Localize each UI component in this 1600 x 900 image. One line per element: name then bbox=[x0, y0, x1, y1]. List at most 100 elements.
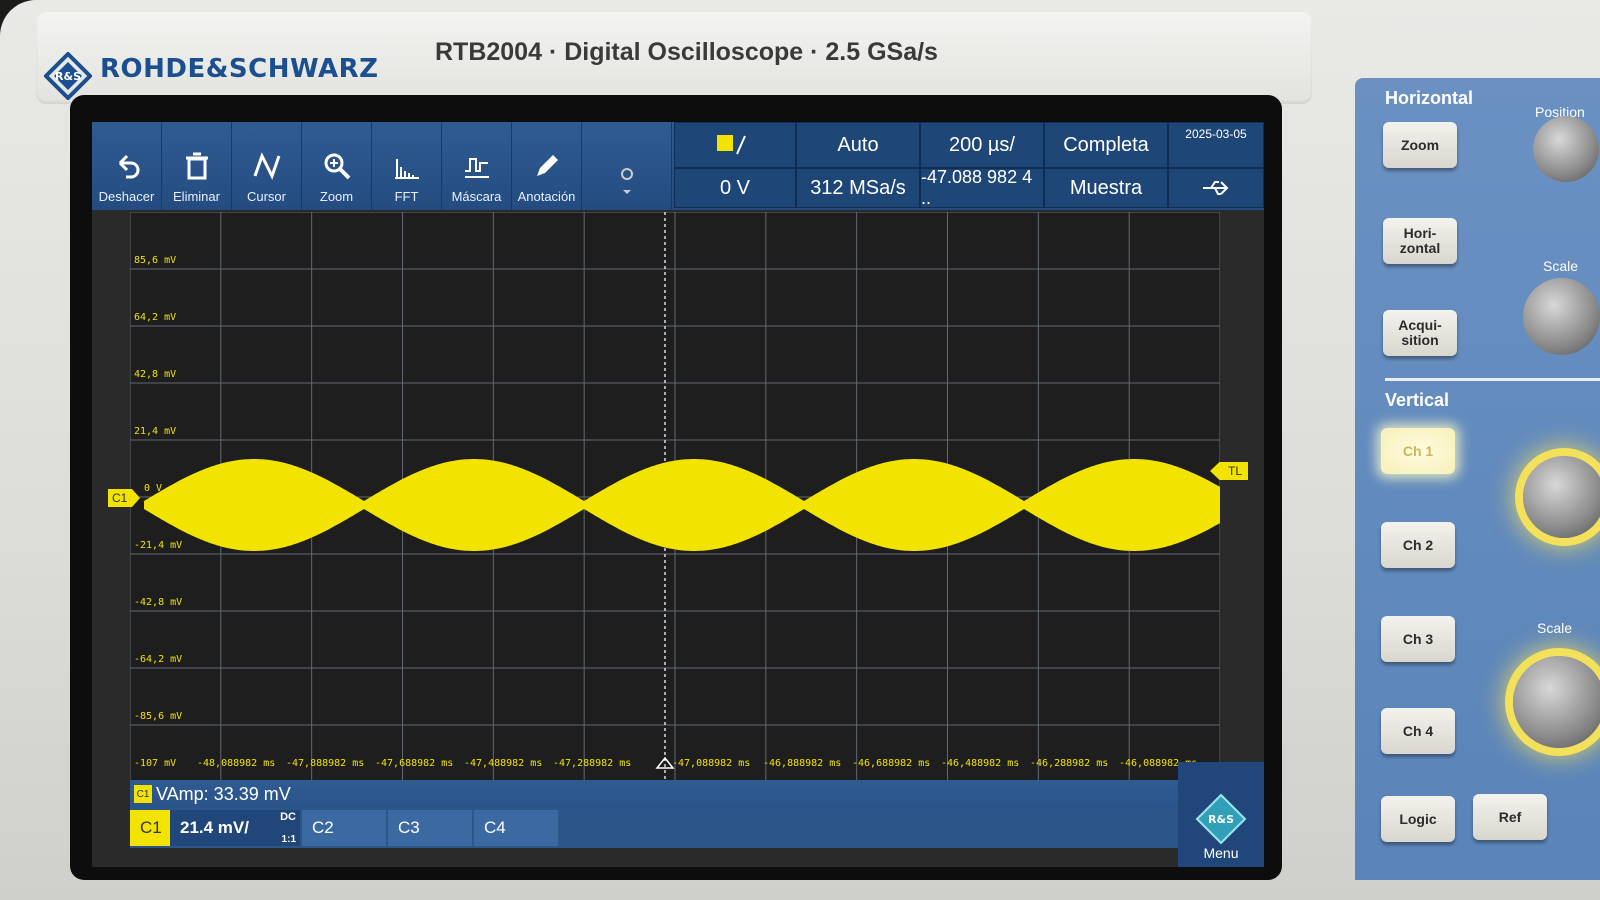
delete-button[interactable]: Eliminar bbox=[162, 122, 232, 210]
measurement-value: VAmp: 33.39 mV bbox=[156, 783, 291, 804]
ch2-hw-button[interactable]: Ch 2 bbox=[1381, 522, 1455, 568]
menu-label: Menu bbox=[1203, 845, 1239, 861]
settings-dropdown[interactable] bbox=[582, 122, 672, 210]
acquisition-hw-button[interactable]: Acqui- sition bbox=[1383, 310, 1457, 356]
waveform-plot[interactable] bbox=[129, 211, 1221, 783]
display: Deshacer Eliminar Cursor Zoom FFT Máscar… bbox=[92, 122, 1264, 867]
channel-1-coupling: DC bbox=[280, 811, 296, 823]
x-label: -47,888982 ms bbox=[286, 758, 365, 769]
x-label: -46,688982 ms bbox=[852, 758, 931, 769]
measurement-bar[interactable]: C1 VAmp: 33.39 mV bbox=[130, 780, 1178, 808]
channel-3-tab[interactable]: C3 bbox=[388, 810, 472, 846]
x-label: -46,288982 ms bbox=[1030, 758, 1109, 769]
trigger-mode[interactable]: Auto bbox=[796, 122, 920, 168]
zoom-button[interactable]: Zoom bbox=[302, 122, 372, 210]
zoom-hw-button[interactable]: Zoom bbox=[1383, 122, 1457, 168]
y-label-21-4: 21,4 mV bbox=[134, 426, 177, 437]
annotation-icon bbox=[536, 155, 558, 176]
acquisition-length[interactable]: Completa bbox=[1044, 122, 1168, 168]
usb-indicator bbox=[1168, 168, 1264, 208]
cursor-button[interactable]: Cursor bbox=[232, 122, 302, 210]
undo-button[interactable]: Deshacer bbox=[92, 122, 162, 210]
y-label-neg-21-4: -21,4 mV bbox=[134, 540, 183, 551]
horizontal-btn-line1: Hori- bbox=[1403, 225, 1437, 242]
channel-1-scale[interactable]: 21.4 mV/ DC 1:1 bbox=[170, 810, 300, 846]
channel-1-probe: 1:1 bbox=[281, 834, 296, 845]
brand-name: ROHDE&SCHWARZ bbox=[100, 54, 379, 84]
vertical-section-title: Vertical bbox=[1385, 390, 1450, 410]
trigger-slope-icon bbox=[717, 135, 746, 155]
cursor-icon bbox=[253, 152, 280, 180]
x-label: -46,488982 ms bbox=[941, 758, 1020, 769]
channel-2-tab[interactable]: C2 bbox=[302, 810, 386, 846]
channel-4-tab[interactable]: C4 bbox=[474, 810, 558, 846]
y-label-neg-85-6: -85,6 mV bbox=[134, 711, 183, 722]
ch1-hw-button[interactable]: Ch 1 bbox=[1381, 428, 1455, 474]
x-label: -47,688982 ms bbox=[375, 758, 454, 769]
horizontal-position[interactable]: -47.088 982 4 .. bbox=[920, 167, 1044, 208]
horizontal-scale-knob[interactable] bbox=[1523, 278, 1600, 355]
acquisition-mode[interactable]: Muestra bbox=[1044, 168, 1168, 208]
mask-button[interactable]: Máscara bbox=[442, 122, 512, 210]
measurement-channel-tag: C1 bbox=[134, 785, 152, 803]
trigger-slope-indicator[interactable] bbox=[674, 122, 796, 168]
trigger-level[interactable]: 0 V bbox=[674, 168, 796, 208]
y-label-42-8: 42,8 mV bbox=[134, 369, 177, 380]
rohde-schwarz-logo-icon: R&S bbox=[44, 52, 92, 100]
logo-letters: R&S bbox=[55, 70, 81, 83]
x-label: -48,088982 ms bbox=[197, 758, 276, 769]
date-display: 2025-03-05 bbox=[1168, 122, 1264, 168]
control-panel: Horizontal Position Scale Zoom Hori- zon… bbox=[1355, 78, 1600, 880]
x-label: -47,288982 ms bbox=[553, 758, 632, 769]
trash-icon bbox=[185, 152, 208, 180]
fft-icon bbox=[394, 159, 419, 179]
y-label-neg-42-8: -42,8 mV bbox=[134, 597, 183, 608]
zoom-icon bbox=[324, 153, 350, 180]
undo-icon bbox=[118, 154, 139, 179]
toolbar: Deshacer Eliminar Cursor Zoom FFT Máscar… bbox=[92, 122, 1264, 210]
annotation-label: Anotación bbox=[517, 189, 576, 204]
logic-hw-button[interactable]: Logic bbox=[1381, 796, 1455, 842]
y-label-64-2: 64,2 mV bbox=[134, 312, 177, 323]
plot-svg bbox=[129, 211, 1221, 783]
fft-label: FFT bbox=[394, 189, 419, 204]
usb-icon bbox=[1203, 181, 1229, 195]
x-label: -46,888982 ms bbox=[763, 758, 842, 769]
ch1-position-knob[interactable] bbox=[1523, 456, 1600, 538]
rs-menu-icon: R&S bbox=[1195, 793, 1247, 845]
y-label-85-6: 85,6 mV bbox=[134, 255, 177, 266]
horizontal-hw-button[interactable]: Hori- zontal bbox=[1383, 218, 1457, 264]
y-label-neg-107: -107 mV bbox=[134, 758, 177, 769]
timebase-scale[interactable]: 200 µs/ bbox=[920, 122, 1044, 168]
zoom-label: Zoom bbox=[319, 189, 354, 204]
acquisition-btn-line2: sition bbox=[1401, 332, 1439, 348]
channel-1-waveform bbox=[144, 459, 1220, 551]
fft-button[interactable]: FFT bbox=[372, 122, 442, 210]
section-divider bbox=[1385, 378, 1600, 381]
ch3-hw-button[interactable]: Ch 3 bbox=[1381, 616, 1455, 662]
waveform-envelope bbox=[144, 459, 1220, 551]
menu-logo-letters: R&S bbox=[1208, 813, 1234, 826]
mask-label: Máscara bbox=[451, 189, 502, 204]
ch4-hw-button[interactable]: Ch 4 bbox=[1381, 708, 1455, 754]
channel-bar: C1 21.4 mV/ DC 1:1 C2 C3 C4 bbox=[130, 808, 1178, 848]
acquisition-btn-line1: Acqui- bbox=[1398, 317, 1442, 334]
mask-icon bbox=[464, 158, 489, 178]
y-label-neg-64-2: -64,2 mV bbox=[134, 654, 183, 665]
channel-1-scale-value: 21.4 mV/ bbox=[180, 818, 249, 837]
x-label: -47,488982 ms bbox=[464, 758, 543, 769]
horizontal-position-knob[interactable] bbox=[1533, 116, 1599, 182]
chevron-down-icon bbox=[620, 168, 633, 194]
vertical-scale-knob[interactable] bbox=[1513, 656, 1600, 748]
ref-hw-button[interactable]: Ref bbox=[1473, 794, 1547, 840]
y-label-0: 0 V bbox=[144, 483, 163, 494]
annotation-button[interactable]: Anotación bbox=[512, 122, 582, 210]
channel-1-tab[interactable]: C1 bbox=[130, 810, 170, 846]
menu-button[interactable]: R&S Menu bbox=[1178, 762, 1264, 867]
horizontal-section-title: Horizontal bbox=[1385, 88, 1473, 108]
vertical-scale-label: Scale bbox=[1537, 620, 1573, 636]
x-label: -47,088982 ms bbox=[672, 758, 751, 769]
undo-label: Deshacer bbox=[98, 189, 155, 204]
horizontal-scale-label: Scale bbox=[1543, 258, 1579, 274]
sample-rate[interactable]: 312 MSa/s bbox=[796, 168, 920, 208]
